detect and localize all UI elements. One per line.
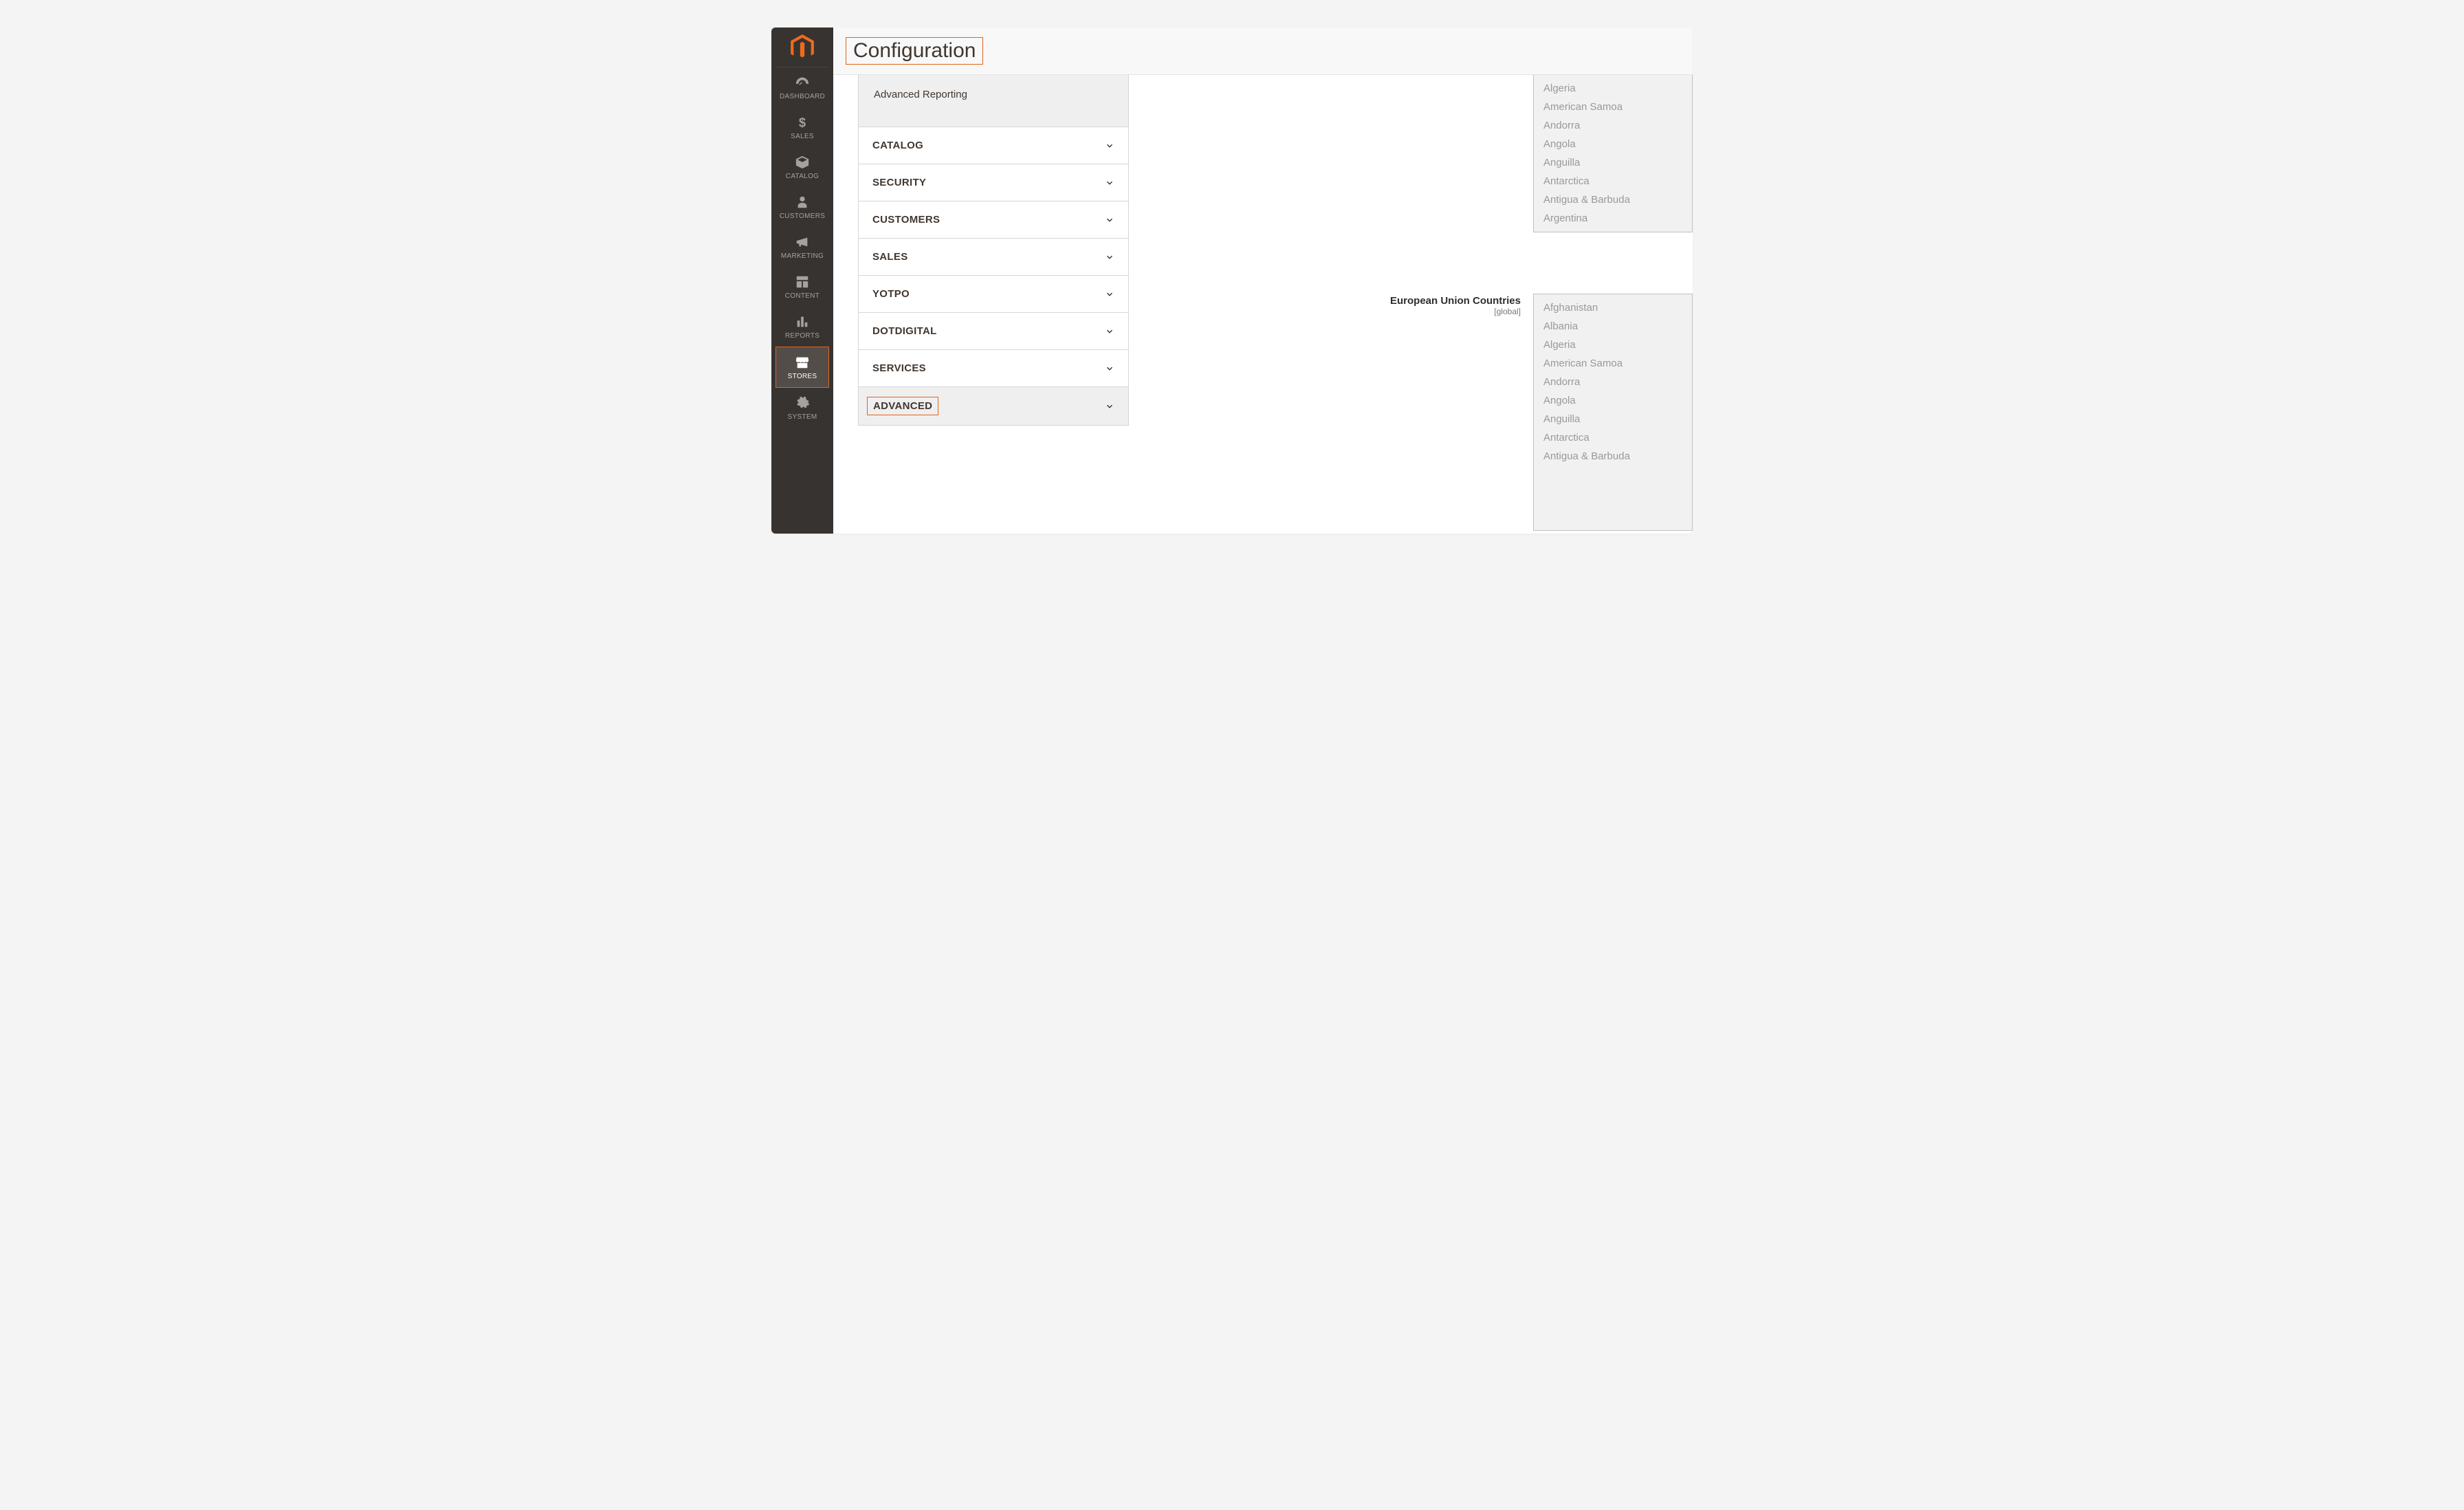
field-row-topcountries: AlgeriaAmerican SamoaAndorraAngolaAnguil…	[1521, 75, 1693, 232]
person-icon	[795, 195, 810, 210]
gear-icon	[795, 395, 810, 411]
sidebar-item-dashboard[interactable]: DASHBOARD	[771, 67, 833, 107]
admin-window: DASHBOARD $ SALES CATALOG CUSTOMERS MARKETING…	[771, 28, 1693, 534]
select-option[interactable]: Afghanistan	[1534, 298, 1692, 317]
sidebar-item-marketing[interactable]: MARKETING	[771, 227, 833, 267]
config-tabs: Advanced Reporting CATALOG SECURITY CUSTOM…	[833, 75, 1129, 527]
config-tab-label: SECURITY	[872, 177, 926, 188]
sidebar-item-catalog[interactable]: CATALOG	[771, 147, 833, 187]
sidebar-item-sales[interactable]: $ SALES	[771, 107, 833, 147]
config-tab-label: CUSTOMERS	[872, 214, 940, 226]
admin-sidebar: DASHBOARD $ SALES CATALOG CUSTOMERS MARKETING…	[771, 28, 833, 534]
sidebar-item-content[interactable]: CONTENT	[771, 267, 833, 307]
config-tab-label: DOTDIGITAL	[872, 325, 937, 337]
sidebar-item-label: DASHBOARD	[780, 93, 825, 100]
page-header: Configuration	[833, 28, 1693, 75]
config-tab-sales[interactable]: SALES	[858, 239, 1129, 276]
select-option[interactable]: Antigua & Barbuda	[1534, 447, 1692, 466]
select-option[interactable]: Albania	[1534, 317, 1692, 336]
select-option[interactable]: Antarctica	[1534, 172, 1692, 190]
chevron-down-icon	[1105, 327, 1114, 336]
config-tab-label: YOTPO	[872, 288, 910, 300]
select-option[interactable]: Argentina	[1534, 209, 1692, 228]
config-tab-dotdigital[interactable]: DOTDIGITAL	[858, 313, 1129, 350]
sidebar-item-system[interactable]: SYSTEM	[771, 388, 833, 428]
field-scope-eucountries: [global]	[1390, 307, 1521, 316]
bars-icon	[795, 314, 810, 329]
chevron-down-icon	[1105, 178, 1114, 188]
config-tab-customers[interactable]: CUSTOMERS	[858, 201, 1129, 239]
chevron-down-icon	[1105, 402, 1114, 411]
config-subitem-advanced-reporting[interactable]: Advanced Reporting	[858, 75, 1129, 127]
page-title: Configuration	[846, 37, 983, 65]
field-label-eucountries: European Union Countries	[1390, 295, 1521, 307]
sidebar-item-stores[interactable]: STORES	[776, 347, 829, 388]
multiselect-topcountries[interactable]: AlgeriaAmerican SamoaAndorraAngolaAnguil…	[1533, 75, 1693, 232]
config-fields: AlgeriaAmerican SamoaAndorraAngolaAnguil…	[1129, 75, 1693, 527]
chevron-down-icon	[1105, 289, 1114, 299]
sidebar-item-label: SYSTEM	[788, 413, 817, 421]
sidebar-item-label: REPORTS	[785, 332, 820, 340]
chevron-down-icon	[1105, 141, 1114, 151]
select-option[interactable]: Anguilla	[1534, 153, 1692, 172]
config-tab-yotpo[interactable]: YOTPO	[858, 276, 1129, 313]
select-option[interactable]: Angola	[1534, 391, 1692, 410]
svg-text:$: $	[799, 115, 806, 129]
chevron-down-icon	[1105, 364, 1114, 373]
config-tab-services[interactable]: SERVICES	[858, 350, 1129, 387]
select-option[interactable]: Anguilla	[1534, 410, 1692, 428]
config-tab-label: SALES	[872, 251, 908, 263]
sidebar-item-label: CUSTOMERS	[780, 212, 825, 220]
config-tab-label: ADVANCED	[867, 397, 938, 415]
sidebar-item-customers[interactable]: CUSTOMERS	[771, 187, 833, 227]
dashboard-icon	[795, 75, 810, 90]
select-option[interactable]: Andorra	[1534, 116, 1692, 135]
chevron-down-icon	[1105, 252, 1114, 262]
store-icon	[795, 355, 810, 370]
select-option[interactable]: Antarctica	[1534, 428, 1692, 447]
config-tab-catalog[interactable]: CATALOG	[858, 127, 1129, 164]
sidebar-item-reports[interactable]: REPORTS	[771, 307, 833, 347]
content-area: Advanced Reporting CATALOG SECURITY CUSTOM…	[833, 75, 1693, 527]
logo-cell[interactable]	[777, 28, 828, 67]
multiselect-eucountries[interactable]: AfghanistanAlbaniaAlgeriaAmerican SamoaA…	[1533, 294, 1693, 531]
megaphone-icon	[795, 234, 810, 250]
select-option[interactable]: Antigua & Barbuda	[1534, 190, 1692, 209]
select-option[interactable]: Algeria	[1534, 79, 1692, 98]
select-option[interactable]: Angola	[1534, 135, 1692, 153]
chevron-down-icon	[1105, 215, 1114, 225]
field-row-eucountries: European Union Countries [global] Afghan…	[1390, 294, 1693, 531]
sidebar-item-label: CATALOG	[786, 173, 819, 180]
select-option[interactable]: American Samoa	[1534, 98, 1692, 116]
sidebar-item-label: CONTENT	[785, 292, 820, 300]
select-option[interactable]: American Samoa	[1534, 354, 1692, 373]
config-tab-security[interactable]: SECURITY	[858, 164, 1129, 201]
layout-icon	[795, 274, 810, 289]
magento-logo-icon	[791, 34, 814, 61]
config-tab-advanced[interactable]: ADVANCED	[858, 387, 1129, 426]
config-tab-label: CATALOG	[872, 140, 923, 151]
select-option[interactable]: Algeria	[1534, 336, 1692, 354]
sidebar-item-label: SALES	[791, 133, 814, 140]
sidebar-item-label: MARKETING	[781, 252, 824, 260]
sidebar-item-label: STORES	[788, 373, 817, 380]
config-tab-label: SERVICES	[872, 362, 926, 374]
dollar-icon: $	[795, 115, 810, 130]
main-pane: Configuration Advanced Reporting CATALOG…	[833, 28, 1693, 534]
select-option[interactable]: Andorra	[1534, 373, 1692, 391]
box-icon	[795, 155, 810, 170]
